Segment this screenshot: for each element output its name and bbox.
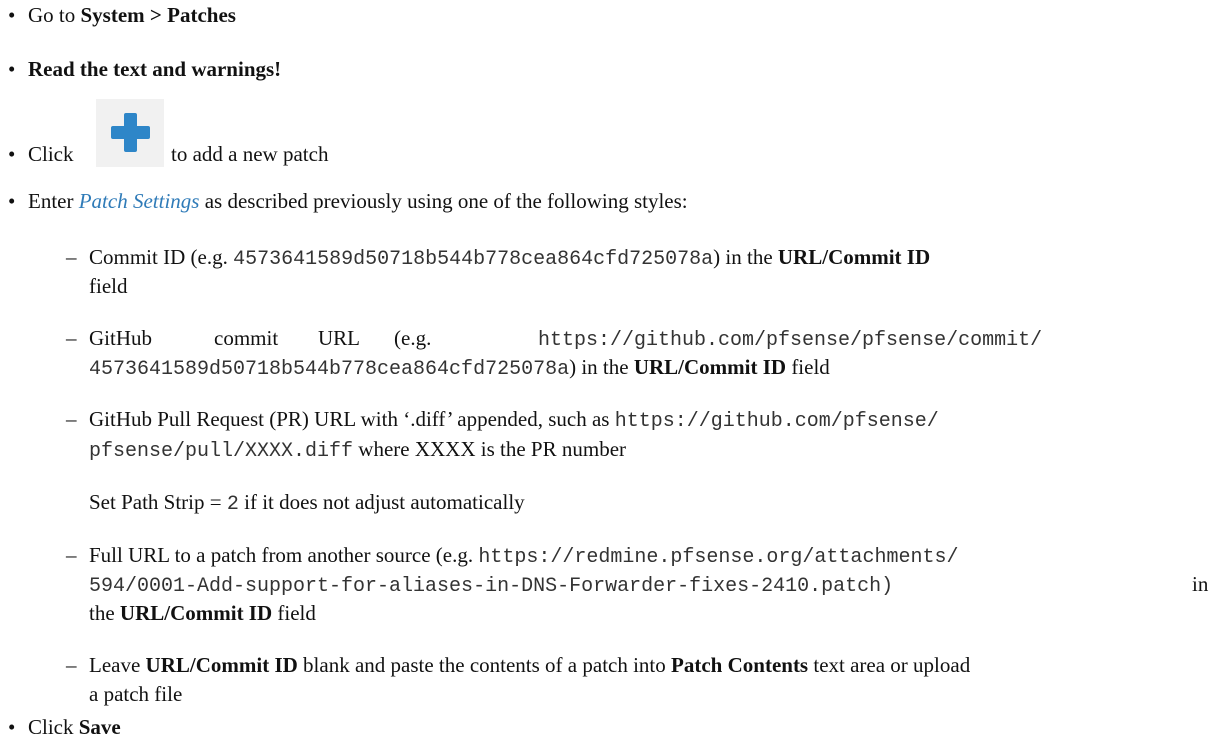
style-full-url-cont: the URL/Commit ID field [89,601,316,625]
style-github-pr: GitHub Pull Request (PR) URL with ‘.diff… [89,407,939,433]
dash: – [66,407,77,431]
style-github-pr-cont: pfsense/pull/XXXX.diff where XXXX is the… [89,437,627,463]
style-github-commit-w4: (e.g. [394,326,432,350]
bullet: • [8,57,16,81]
dash: – [66,543,77,567]
bullet: • [8,3,16,27]
bullet: • [8,189,16,213]
step-save: Click Save [28,715,121,739]
dash: – [66,326,77,350]
dash: – [66,653,77,677]
style-leave-blank: Leave URL/Commit ID blank and paste the … [89,653,971,677]
style-github-commit-w1: GitHub [89,326,152,350]
style-github-commit-cont: 4573641589d50718b544b778cea864cfd725078a… [89,355,830,381]
style-commit-id-cont: field [89,274,128,298]
style-leave-blank-cont: a patch file [89,682,183,706]
step-read: Read the text and warnings! [28,57,282,81]
commit-id-code: 4573641589d50718b544b778cea864cfd725078a [233,248,714,271]
style-github-commit-w2: commit [214,326,279,350]
bullet: • [8,715,16,739]
step-enter: Enter Patch Settings as described previo… [28,189,688,213]
patch-settings-link[interactable]: Patch Settings [79,189,200,213]
step-click-add-label: Click [28,142,74,166]
step-goto: Go to System > Patches [28,3,236,27]
path-strip-note: Set Path Strip = 2 if it does not adjust… [89,490,525,516]
step-click-add-suffix: to add a new patch [171,142,329,166]
style-full-url-in: in [1192,572,1209,596]
dash: – [66,245,77,269]
bullet: • [8,142,16,166]
add-button [96,99,164,167]
save-label: Save [78,715,121,739]
menu-path: System > Patches [80,3,236,27]
style-commit-id: Commit ID (e.g. 4573641589d50718b544b778… [89,245,931,271]
style-github-commit-w3: URL [318,326,360,350]
